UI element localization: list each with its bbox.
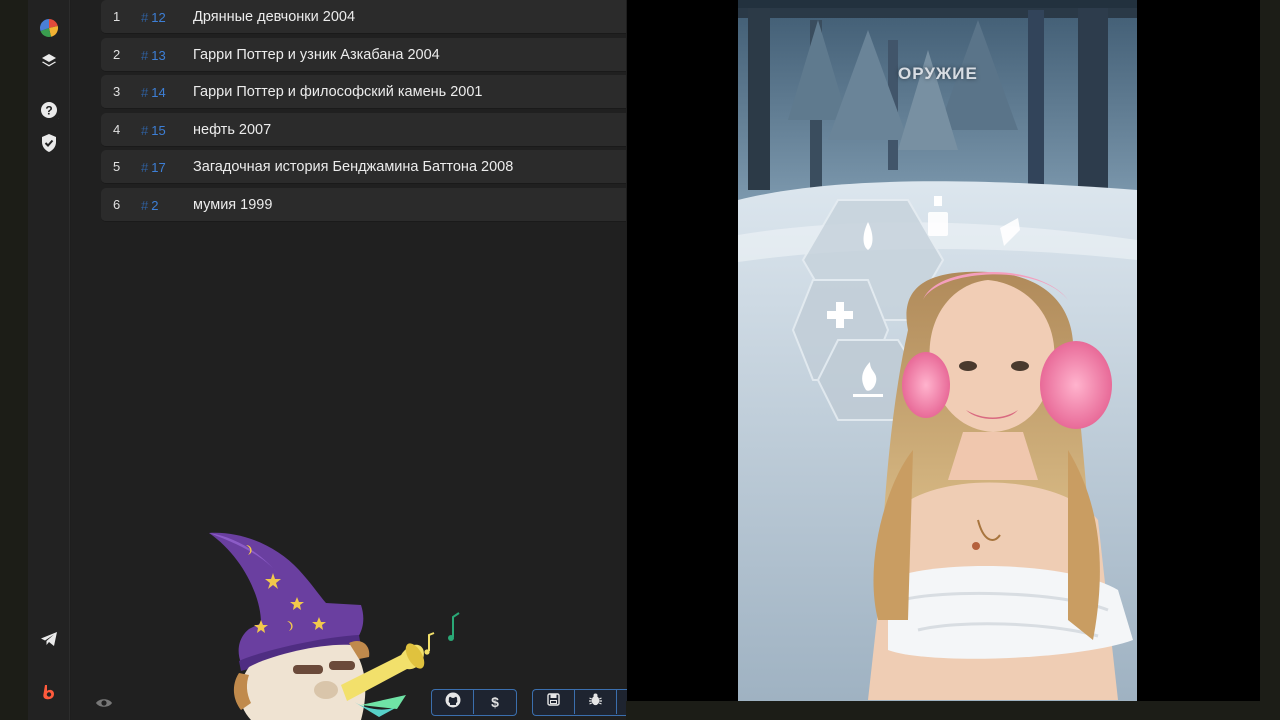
row-number: 1 (113, 9, 121, 24)
row-tag[interactable]: #17 (141, 160, 166, 175)
row-number: 6 (113, 197, 121, 212)
list-item[interactable]: 2 #13 Гарри Поттер и узник Азкабана 2004 (101, 38, 626, 72)
svg-text:?: ? (45, 104, 52, 118)
row-tag[interactable]: #13 (141, 48, 166, 63)
row-number: 4 (113, 122, 121, 137)
bug-icon (588, 692, 603, 712)
save-button[interactable] (533, 690, 575, 714)
row-title: Гарри Поттер и узник Азкабана 2004 (193, 47, 440, 63)
row-tag[interactable]: #14 (141, 85, 166, 100)
row-tag[interactable]: #15 (141, 123, 166, 138)
save-icon (547, 693, 560, 711)
video-frame[interactable]: ОРУЖИЕ (738, 0, 1137, 701)
game-scene-image (738, 0, 1137, 701)
brand-b-icon[interactable] (37, 680, 61, 704)
donate-button[interactable]: $ (474, 690, 516, 714)
list-item[interactable]: 3 #14 Гарри Поттер и философский камень … (101, 75, 626, 109)
tools-button-group (532, 689, 629, 716)
telegram-icon[interactable] (37, 627, 61, 651)
row-tag[interactable]: #12 (141, 10, 166, 25)
outer-frame-left (0, 0, 28, 720)
weapon-menu-label: ОРУЖИЕ (898, 64, 978, 83)
help-icon[interactable]: ? (37, 98, 61, 122)
list-item[interactable]: 4 #15 нефть 2007 (101, 113, 626, 147)
outer-frame-bottom (626, 701, 1280, 720)
row-number: 5 (113, 159, 121, 174)
wizard-mascot-image (209, 532, 460, 720)
row-number: 2 (113, 47, 121, 62)
pie-chart-icon[interactable] (37, 16, 61, 40)
dollar-icon: $ (491, 694, 499, 710)
list-item[interactable]: 1 #12 Дрянные девчонки 2004 (101, 0, 626, 34)
row-title: мумия 1999 (193, 197, 273, 213)
row-tag[interactable]: #2 (141, 198, 158, 213)
shield-check-icon[interactable] (37, 131, 61, 155)
list-item[interactable]: 5 #17 Загадочная история Бенджамина Батт… (101, 150, 626, 184)
app-sidebar: ? (28, 0, 70, 720)
row-number: 3 (113, 84, 121, 99)
row-title: нефть 2007 (193, 122, 272, 138)
bug-report-button[interactable] (575, 690, 617, 714)
row-title: Загадочная история Бенджамина Баттона 20… (193, 159, 514, 175)
row-title: Дрянные девчонки 2004 (193, 9, 356, 25)
row-title: Гарри Поттер и философский камень 2001 (193, 84, 483, 100)
outer-frame-right (1260, 0, 1280, 720)
layers-icon[interactable] (37, 49, 61, 73)
list-item[interactable]: 6 #2 мумия 1999 (101, 188, 626, 222)
eye-icon[interactable] (95, 696, 113, 715)
main-panel: 1 #12 Дрянные девчонки 2004 2 #13 Гарри … (71, 0, 629, 720)
